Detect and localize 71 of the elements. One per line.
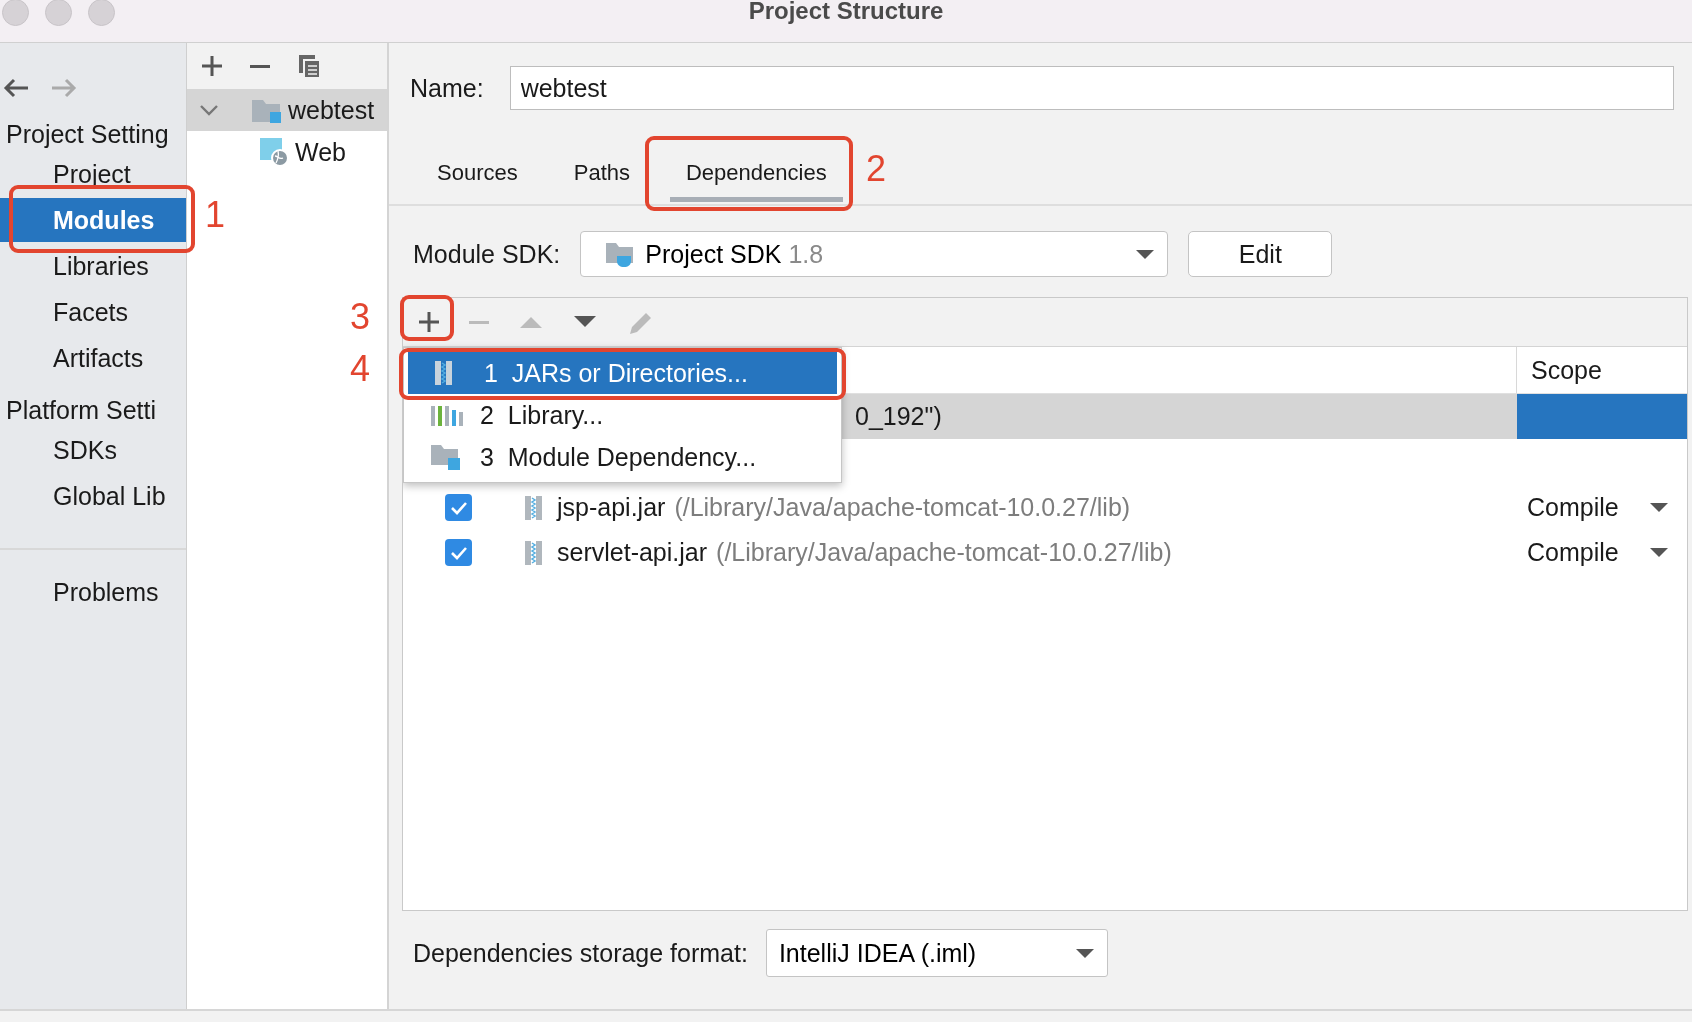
dropdown-caret-icon (1135, 248, 1156, 260)
dependency-path: (/Library/Java/apache-tomcat-10.0.27/lib) (674, 493, 1131, 522)
name-field[interactable]: webtest (509, 66, 1674, 110)
edit-button[interactable]: Edit (1188, 231, 1333, 277)
sidebar-item[interactable]: Facets (0, 290, 186, 334)
dependency-name: servlet-api.jar (557, 538, 708, 567)
sidebar-item[interactable]: Modules (0, 198, 186, 242)
add-dependency-button[interactable] (419, 312, 439, 332)
tree-label: webtest (288, 95, 375, 125)
sidebar-item[interactable]: Problems (0, 570, 186, 614)
dropdown-caret-icon (1649, 547, 1669, 558)
forward-arrow-icon (50, 76, 78, 100)
sdk-dropdown[interactable]: Project SDK 1.8 (580, 231, 1169, 277)
back-arrow-icon (2, 76, 30, 100)
sidebar-item[interactable]: SDKs (0, 428, 186, 472)
column-header: Scope (1530, 355, 1603, 386)
jar-icon (434, 360, 453, 386)
sidebar-item[interactable]: Project (0, 152, 186, 196)
jar-icon (524, 494, 543, 521)
minus-icon (250, 64, 270, 68)
checkbox[interactable] (445, 494, 472, 521)
minus-icon (469, 320, 489, 324)
dependency-name: jsp-api.jar (557, 493, 666, 522)
scope-value[interactable]: Compile (1527, 538, 1619, 567)
down-dependency-button[interactable] (573, 314, 597, 330)
tree-row[interactable]: webtest (187, 89, 387, 131)
dependency-row[interactable]: servlet-api.jar (/Library/Java/apache-tomcat-10.0.27/lib) Compile (403, 530, 1687, 575)
dependency-name: 0_192") (855, 402, 942, 431)
dropdown-caret-icon (1649, 502, 1669, 513)
storage-format-label: Dependencies storage format: (413, 938, 748, 968)
plus-icon (419, 312, 439, 332)
annotation-box (400, 295, 454, 341)
window-title: Project Structure (748, 0, 944, 25)
dependency-row[interactable]: jsp-api.jar (/Library/Java/apache-tomcat-10.0.27/lib) Compile (403, 485, 1687, 530)
scope-value[interactable]: Compile (1527, 493, 1619, 522)
checkbox[interactable] (445, 539, 472, 566)
down-triangle-icon (573, 314, 597, 330)
sdk-folder-icon (605, 240, 636, 268)
annotation-number: 2 (866, 148, 887, 190)
plus-icon (202, 56, 222, 76)
copy-icon (298, 53, 321, 79)
storage-format-dropdown[interactable]: IntelliJ IDEA (.iml) (765, 929, 1108, 977)
sdk-label: Module SDK: (413, 239, 561, 269)
annotation-number: 4 (350, 348, 371, 390)
copy-module-button[interactable] (298, 53, 321, 79)
remove-module-button[interactable] (250, 64, 270, 68)
web-globe-icon (259, 137, 289, 167)
library-bars-icon (430, 403, 464, 427)
up-triangle-icon (519, 314, 543, 330)
annotation-number: 3 (350, 296, 371, 338)
dropdown-caret-icon (1074, 947, 1095, 959)
sidebar-item[interactable]: Libraries (0, 244, 186, 288)
menu-item[interactable]: 3 Module Dependency... (404, 436, 841, 478)
menu-item[interactable]: 1 JARs or Directories... (408, 352, 837, 394)
tree-label: Web (295, 137, 346, 167)
section-header: Project Setting (5, 119, 170, 150)
module-folder-icon (430, 443, 461, 471)
section-header: Platform Setti (5, 395, 158, 426)
sidebar-item[interactable]: Artifacts (0, 336, 186, 380)
menu-item[interactable]: 2 Library... (404, 394, 841, 436)
name-label: Name: (410, 73, 484, 103)
tab[interactable]: Dependencies (662, 144, 851, 202)
chevron-down-icon[interactable] (199, 103, 219, 117)
jar-icon (524, 539, 543, 566)
annotation-number: 1 (205, 194, 226, 236)
add-module-button[interactable] (202, 56, 222, 76)
tree-row[interactable]: Web (187, 131, 387, 173)
tab[interactable]: Paths (549, 144, 654, 202)
tab[interactable]: Sources (413, 144, 542, 202)
sidebar-item[interactable]: Global Lib (0, 474, 186, 518)
dependency-path: (/Library/Java/apache-tomcat-10.0.27/lib) (716, 538, 1172, 567)
